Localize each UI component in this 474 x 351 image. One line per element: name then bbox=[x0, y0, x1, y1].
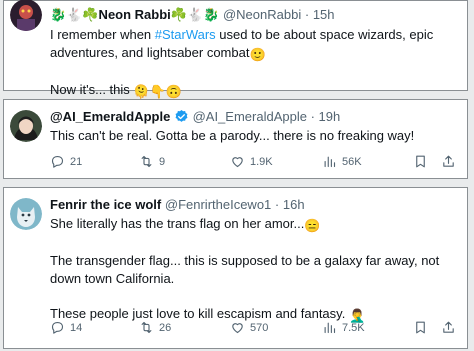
separator-dot: · bbox=[304, 7, 310, 22]
tweet-text-line: This can't be real. Gotta be a parody...… bbox=[50, 128, 415, 143]
tweet-card-neonrabbi[interactable]: 🐉🐇☘️Neon Rabbi☘️🐇🐉 @NeonRabbi · 15h I re… bbox=[3, 0, 468, 99]
tweet-text-line: These people just love to kill escapism … bbox=[50, 306, 346, 321]
repost-icon bbox=[141, 155, 152, 168]
tweet-text-line: The transgender flag... this is supposed… bbox=[50, 253, 440, 286]
repost-button[interactable]: 9 bbox=[139, 154, 165, 169]
reply-icon bbox=[51, 155, 64, 168]
avatar-image bbox=[10, 110, 42, 142]
tweet-header: 🐉🐇☘️Neon Rabbi☘️🐇🐉 @NeonRabbi · 15h bbox=[50, 7, 335, 23]
bookmark-icon bbox=[416, 321, 425, 334]
timestamp[interactable]: 16h bbox=[283, 197, 305, 212]
avatar-ai-emeraldapple[interactable] bbox=[10, 110, 42, 142]
timestamp[interactable]: 19h bbox=[319, 109, 341, 124]
view-count: 56K bbox=[342, 155, 362, 168]
timestamp[interactable]: 15h bbox=[313, 7, 335, 22]
repost-button[interactable]: 26 bbox=[139, 320, 171, 335]
reply-count: 21 bbox=[70, 155, 83, 168]
tweet-text: She literally has the trans flag on her … bbox=[50, 215, 459, 325]
tweet-card-fenrir[interactable]: Fenrir the ice wolf @FenrirtheIcewo1 · 1… bbox=[3, 187, 468, 349]
avatar-image bbox=[10, 198, 42, 230]
tweet-header: @AI_EmeraldApple @AI_EmeraldApple · 19h bbox=[50, 109, 340, 125]
view-count: 7.5K bbox=[342, 321, 365, 334]
user-handle[interactable]: @NeonRabbi bbox=[223, 7, 301, 22]
tweet-header: Fenrir the ice wolf @FenrirtheIcewo1 · 1… bbox=[50, 197, 305, 213]
bookmark-icon bbox=[416, 155, 425, 168]
like-count: 1.9K bbox=[250, 155, 273, 168]
bookmark-button[interactable] bbox=[413, 154, 428, 169]
tweet-actions: 14 26 570 7.5K bbox=[50, 320, 459, 336]
display-name[interactable]: 🐉🐇☘️Neon Rabbi☘️🐇🐉 bbox=[50, 7, 219, 22]
user-handle[interactable]: @FenrirtheIcewo1 bbox=[165, 197, 271, 212]
repost-count: 26 bbox=[159, 321, 172, 334]
tweet-text-part: I remember when bbox=[50, 27, 155, 42]
repost-icon bbox=[141, 321, 152, 334]
tweet-text: This can't be real. Gotta be a parody...… bbox=[50, 127, 459, 145]
repost-count: 9 bbox=[159, 155, 166, 168]
reply-button[interactable]: 21 bbox=[50, 154, 82, 169]
share-button[interactable] bbox=[441, 154, 456, 169]
views-icon bbox=[324, 322, 336, 334]
emoji: 😑 bbox=[304, 218, 321, 233]
heart-icon bbox=[232, 323, 243, 334]
reply-button[interactable]: 14 bbox=[50, 320, 82, 335]
views-icon bbox=[324, 156, 336, 168]
emoji: 🙂 bbox=[249, 47, 266, 62]
user-handle[interactable]: @AI_EmeraldApple bbox=[193, 109, 307, 124]
hashtag-link[interactable]: #StarWars bbox=[155, 27, 216, 42]
avatar-neonrabbi[interactable] bbox=[10, 0, 42, 31]
verified-badge-icon bbox=[175, 109, 188, 122]
share-icon bbox=[443, 155, 454, 167]
reply-count: 14 bbox=[70, 321, 83, 334]
tweet-text-line: Now it's... this bbox=[50, 82, 130, 97]
display-name[interactable]: Fenrir the ice wolf bbox=[50, 197, 161, 212]
like-count: 570 bbox=[250, 321, 269, 334]
tweet-text: I remember when #StarWars used to be abo… bbox=[50, 26, 459, 101]
like-button[interactable]: 570 bbox=[230, 320, 268, 335]
avatar-image bbox=[10, 0, 42, 31]
avatar-fenrir[interactable] bbox=[10, 198, 42, 230]
reply-icon bbox=[51, 321, 64, 334]
tweet-text-line: She literally has the trans flag on her … bbox=[50, 216, 305, 231]
views-button[interactable]: 7.5K bbox=[322, 320, 365, 335]
separator-dot: · bbox=[274, 197, 280, 212]
share-button[interactable] bbox=[441, 320, 456, 335]
share-icon bbox=[443, 321, 454, 333]
tweet-card-ai-emeraldapple[interactable]: @AI_EmeraldApple @AI_EmeraldApple · 19h … bbox=[3, 99, 468, 179]
heart-icon bbox=[232, 157, 243, 168]
bookmark-button[interactable] bbox=[413, 320, 428, 335]
separator-dot: · bbox=[310, 109, 315, 124]
tweet-actions: 21 9 1.9K 56K bbox=[50, 154, 459, 170]
display-name[interactable]: @AI_EmeraldApple bbox=[50, 109, 170, 124]
like-button[interactable]: 1.9K bbox=[230, 154, 273, 169]
views-button[interactable]: 56K bbox=[322, 154, 362, 169]
